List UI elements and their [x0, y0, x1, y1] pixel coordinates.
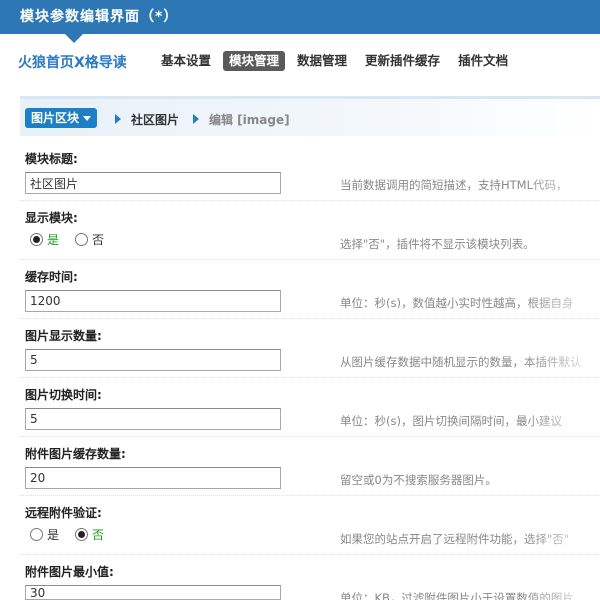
cache-time-desc: 单位：秒(s)，数值越小实时性越高，根据自身 — [340, 296, 574, 310]
image-count-input[interactable] — [25, 349, 281, 371]
show-module-desc: 选择"否"，插件将不显示该模块列表。 — [340, 237, 535, 251]
row-remote-verify: 远程附件验证: 是 否 如果您的站点开启了远程附件功能，选择"否" — [20, 496, 600, 555]
show-module-yes-radio[interactable] — [30, 233, 43, 246]
switch-time-input[interactable] — [25, 408, 281, 430]
row-cache-time: 缓存时间: 单位：秒(s)，数值越小实时性越高，根据自身 — [20, 260, 600, 319]
row-attach-cache-count: 附件图片缓存数量: 留空或0为不搜索服务器图片。 — [20, 437, 600, 496]
row-module-title: 模块标题: 当前数据调用的简短描述，支持HTML代码， — [20, 142, 600, 201]
nav-data-management[interactable]: 数据管理 — [291, 51, 353, 71]
breadcrumb: 图片区块 社区图片 编辑 [image] — [20, 96, 600, 136]
title-bar-pointer — [65, 34, 83, 43]
attach-cache-count-desc: 留空或0为不搜索服务器图片。 — [340, 473, 497, 487]
remote-verify-yes-label[interactable]: 是 — [47, 526, 59, 543]
row-switch-time: 图片切换时间: 单位：秒(s)，图片切换间隔时间，最小建议 — [20, 378, 600, 437]
attach-cache-count-label: 附件图片缓存数量: — [25, 447, 126, 461]
nav-plugin-docs[interactable]: 插件文档 — [452, 51, 514, 71]
row-show-module: 显示模块: 是 否 选择"否"，插件将不显示该模块列表。 — [20, 201, 600, 260]
arrow-right-icon — [193, 114, 199, 124]
caret-down-icon — [83, 116, 92, 121]
cache-time-label: 缓存时间: — [25, 270, 78, 284]
window-title-bar: 模块参数编辑界面（*） — [0, 0, 600, 34]
window-title: 模块参数编辑界面（*） — [20, 9, 179, 25]
image-count-desc: 从图片缓存数据中随机显示的数量，本插件默认 — [340, 355, 582, 369]
breadcrumb-current: 编辑 [image] — [209, 113, 290, 127]
block-type-dropdown-label: 图片区块 — [31, 111, 80, 125]
remote-verify-label: 远程附件验证: — [25, 506, 102, 520]
attach-cache-count-input[interactable] — [25, 467, 281, 489]
module-title-input[interactable] — [25, 172, 281, 194]
switch-time-label: 图片切换时间: — [25, 388, 102, 402]
module-title-label: 模块标题: — [25, 152, 78, 166]
show-module-radio-group: 是 否 — [30, 231, 116, 248]
remote-verify-no-label[interactable]: 否 — [92, 526, 104, 543]
show-module-no-label[interactable]: 否 — [92, 231, 104, 248]
show-module-label: 显示模块: — [25, 211, 78, 225]
min-size-label: 附件图片最小值: — [25, 565, 114, 579]
module-title-desc: 当前数据调用的简短描述，支持HTML代码， — [340, 178, 568, 192]
row-min-size: 附件图片最小值: 单位：KB，过滤附件图片小于设置数值的图片 — [20, 555, 600, 600]
nav-module-management[interactable]: 模块管理 — [223, 51, 286, 71]
switch-time-desc: 单位：秒(s)，图片切换间隔时间，最小建议 — [340, 414, 562, 428]
remote-verify-desc: 如果您的站点开启了远程附件功能，选择"否" — [340, 532, 570, 546]
breadcrumb-link-community-images[interactable]: 社区图片 — [131, 111, 179, 128]
block-type-dropdown[interactable]: 图片区块 — [25, 108, 98, 128]
plugin-brand-title: 火狼首页X格导读 — [18, 55, 127, 71]
row-image-count: 图片显示数量: 从图片缓存数据中随机显示的数量，本插件默认 — [20, 319, 600, 378]
cache-time-input[interactable] — [25, 290, 281, 312]
min-size-desc: 单位：KB，过滤附件图片小于设置数值的图片 — [340, 591, 574, 600]
show-module-yes-label[interactable]: 是 — [47, 231, 59, 248]
image-count-label: 图片显示数量: — [25, 329, 102, 343]
nav-basic-settings[interactable]: 基本设置 — [155, 51, 217, 71]
show-module-no-radio[interactable] — [75, 233, 89, 246]
main-nav: 基本设置 模块管理 数据管理 更新插件缓存 插件文档 — [155, 51, 514, 71]
remote-verify-radio-group: 是 否 — [30, 526, 116, 543]
remote-verify-yes-radio[interactable] — [30, 528, 43, 541]
nav-update-plugin-cache[interactable]: 更新插件缓存 — [359, 51, 446, 71]
min-size-input[interactable] — [25, 585, 281, 600]
arrow-right-icon — [115, 114, 121, 124]
remote-verify-no-radio[interactable] — [75, 528, 89, 541]
